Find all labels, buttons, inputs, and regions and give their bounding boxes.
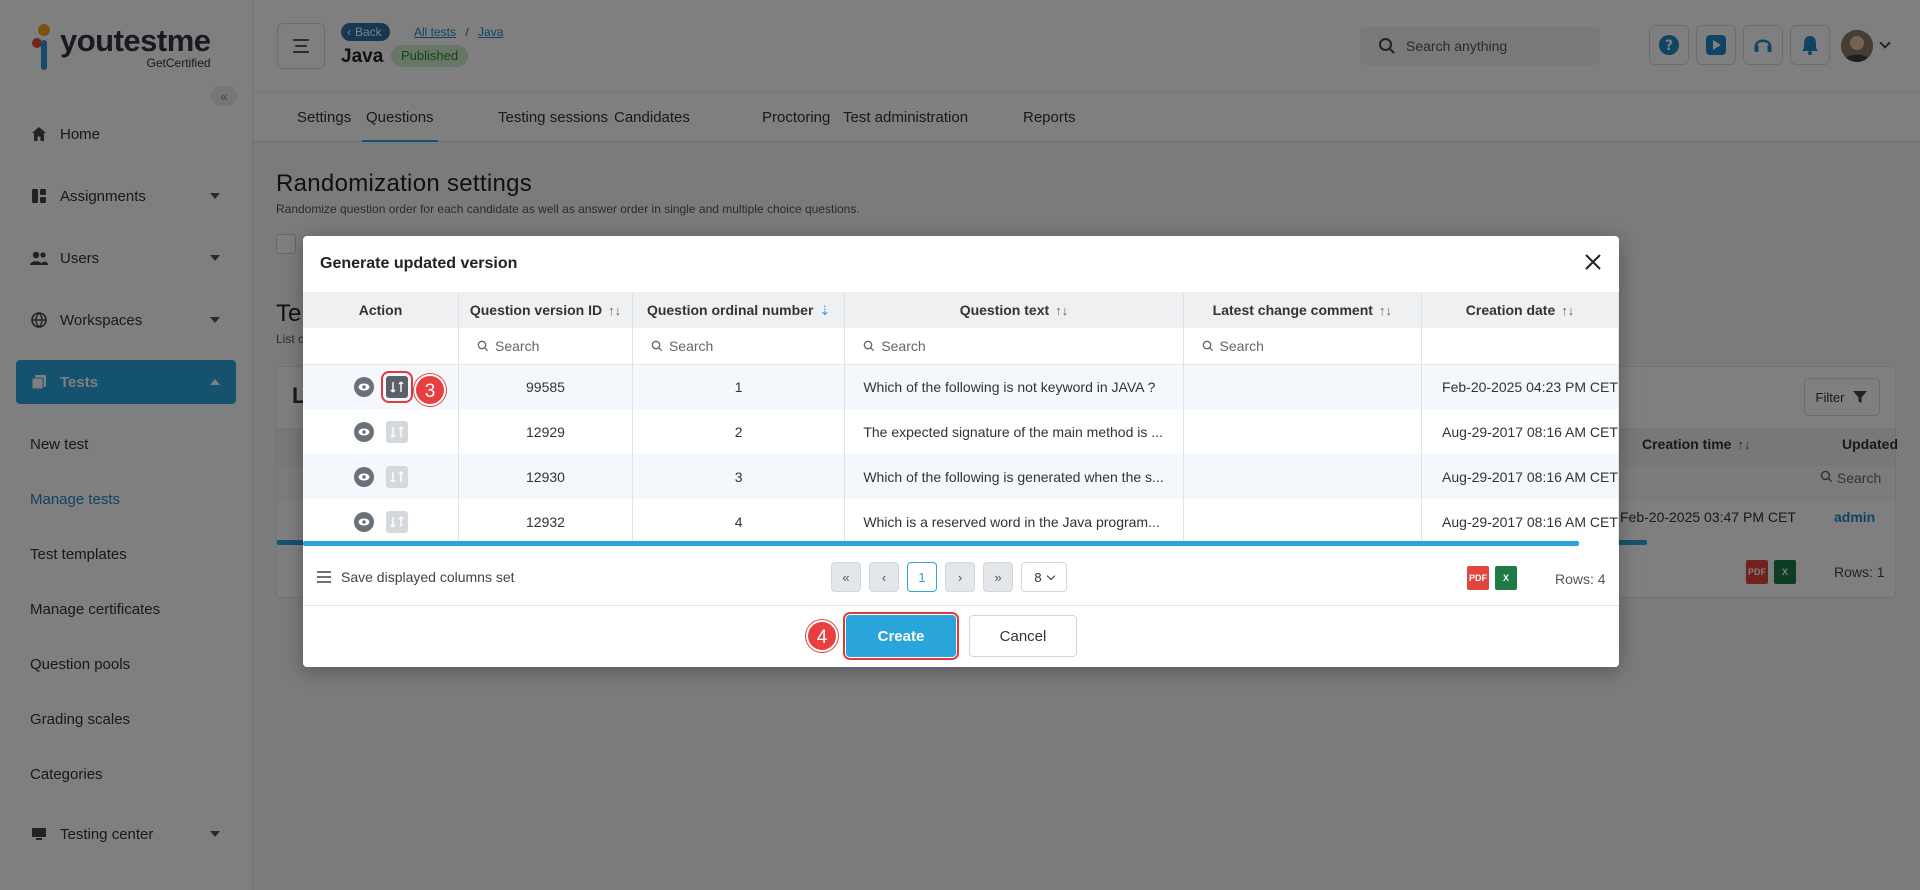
step-badge-4: 4 bbox=[806, 620, 838, 652]
cell-question-text: The expected signature of the main metho… bbox=[844, 409, 1184, 454]
search-cell-empty bbox=[303, 328, 459, 365]
generate-version-icon[interactable] bbox=[380, 370, 413, 403]
last-page-button[interactable]: » bbox=[983, 562, 1013, 592]
cell-question-text: Which of the following is generated when… bbox=[844, 454, 1184, 499]
rows-count: Rows: 4 bbox=[1555, 571, 1606, 587]
create-button[interactable]: Create bbox=[843, 612, 959, 660]
page-size-select[interactable]: 8 bbox=[1021, 562, 1067, 592]
column-header-question-text[interactable]: Question text ↑↓ bbox=[844, 292, 1184, 328]
cell-ordinal: 4 bbox=[632, 499, 846, 544]
cancel-button[interactable]: Cancel bbox=[969, 615, 1077, 657]
search-question-text[interactable]: Search bbox=[844, 328, 1184, 365]
cell-change-comment bbox=[1183, 499, 1423, 544]
table-row: 12932 4 Which is a reserved word in the … bbox=[303, 499, 1619, 544]
horizontal-scrollbar[interactable] bbox=[303, 541, 1579, 546]
pdf-export-icon[interactable]: PDF bbox=[1467, 566, 1489, 590]
search-icon bbox=[863, 340, 875, 351]
eye-icon[interactable] bbox=[353, 421, 374, 442]
cell-creation-date: Aug-29-2017 08:16 AM CET bbox=[1421, 499, 1619, 544]
current-page-button[interactable]: 1 bbox=[907, 562, 937, 592]
cell-creation-date: Feb-20-2025 04:23 PM CET bbox=[1421, 364, 1619, 409]
generate-version-icon-disabled bbox=[385, 510, 408, 533]
search-cell-empty bbox=[1421, 328, 1619, 365]
table-row: 12930 3 Which of the following is genera… bbox=[303, 454, 1619, 499]
cell-change-comment bbox=[1183, 454, 1423, 499]
prev-page-button[interactable]: ‹ bbox=[869, 562, 899, 592]
generate-updated-version-dialog: Generate updated version Action Question… bbox=[303, 236, 1619, 667]
table-footer: Save displayed columns set « ‹ 1 › » 8 P… bbox=[303, 552, 1619, 606]
column-header-creation-date[interactable]: Creation date ↑↓ bbox=[1421, 292, 1619, 328]
cell-change-comment bbox=[1183, 364, 1423, 409]
pagination: « ‹ 1 › » 8 bbox=[831, 562, 1067, 592]
cell-creation-date: Aug-29-2017 08:16 AM CET bbox=[1421, 454, 1619, 499]
next-page-button[interactable]: › bbox=[945, 562, 975, 592]
cell-version-id: 12929 bbox=[458, 409, 633, 454]
sort-icon[interactable]: ↑↓ bbox=[1055, 303, 1068, 318]
search-icon bbox=[1202, 340, 1213, 351]
table-row: 3 99585 1 Which of the following is not … bbox=[303, 364, 1619, 409]
column-header-ordinal[interactable]: Question ordinal number ⇣ bbox=[632, 292, 846, 328]
column-header-change-comment[interactable]: Latest change comment ↑↓ bbox=[1183, 292, 1423, 328]
sort-icon[interactable]: ↑↓ bbox=[608, 303, 621, 318]
cell-creation-date: Aug-29-2017 08:16 AM CET bbox=[1421, 409, 1619, 454]
save-columns-button[interactable]: Save displayed columns set bbox=[317, 569, 515, 585]
cell-version-id: 12932 bbox=[458, 499, 633, 544]
search-icon bbox=[477, 340, 489, 351]
eye-icon[interactable] bbox=[353, 511, 374, 532]
sort-icon[interactable]: ↑↓ bbox=[1561, 303, 1574, 318]
generate-version-icon-disabled bbox=[385, 420, 408, 443]
step-badge-3: 3 bbox=[414, 373, 446, 406]
table-row: 12929 2 The expected signature of the ma… bbox=[303, 409, 1619, 454]
chevron-down-icon bbox=[1046, 571, 1055, 580]
export-buttons: PDF X bbox=[1467, 566, 1517, 590]
cell-ordinal: 2 bbox=[632, 409, 846, 454]
eye-icon[interactable] bbox=[353, 466, 374, 487]
cell-question-text: Which of the following is not keyword in… bbox=[844, 364, 1184, 409]
excel-export-icon[interactable]: X bbox=[1495, 566, 1517, 590]
cell-question-text: Which is a reserved word in the Java pro… bbox=[844, 499, 1184, 544]
cell-version-id: 99585 bbox=[458, 364, 633, 409]
list-icon bbox=[317, 571, 331, 583]
cell-change-comment bbox=[1183, 409, 1423, 454]
search-change-comment[interactable]: Search bbox=[1183, 328, 1423, 365]
column-header-action: Action bbox=[303, 292, 459, 328]
cell-ordinal: 3 bbox=[632, 454, 846, 499]
versions-table: Action Question version ID ↑↓ Question or… bbox=[303, 292, 1619, 552]
first-page-button[interactable]: « bbox=[831, 562, 861, 592]
cell-version-id: 12930 bbox=[458, 454, 633, 499]
sort-active-icon[interactable]: ⇣ bbox=[819, 303, 830, 319]
search-icon bbox=[651, 340, 663, 351]
dialog-title: Generate updated version bbox=[320, 255, 518, 272]
sort-icon[interactable]: ↑↓ bbox=[1379, 303, 1392, 318]
search-version-id[interactable]: Search bbox=[458, 328, 633, 365]
generate-version-icon-disabled bbox=[385, 465, 408, 488]
cell-ordinal: 1 bbox=[632, 364, 846, 409]
search-ordinal[interactable]: Search bbox=[632, 328, 846, 365]
close-icon[interactable] bbox=[1581, 250, 1605, 274]
eye-icon[interactable] bbox=[353, 376, 374, 397]
column-header-version-id[interactable]: Question version ID ↑↓ bbox=[458, 292, 633, 328]
save-columns-label: Save displayed columns set bbox=[341, 569, 515, 585]
